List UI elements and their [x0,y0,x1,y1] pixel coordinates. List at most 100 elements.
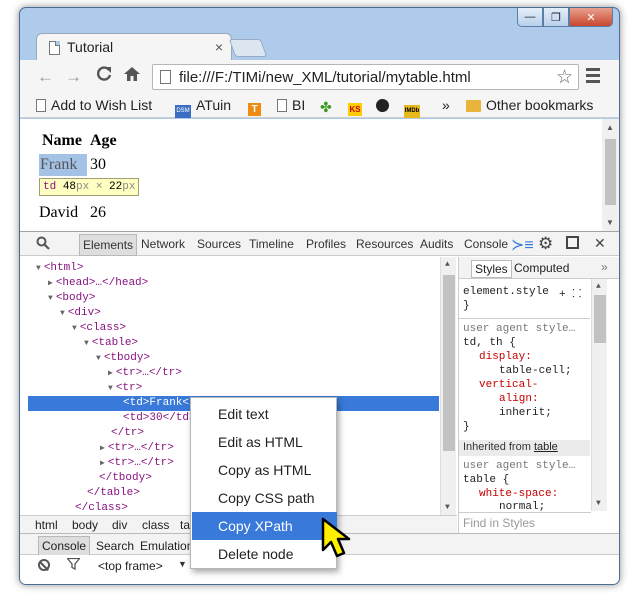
bookmark-star-icon[interactable]: ☆ [556,66,573,89]
tab-profiles[interactable]: Profiles [306,237,346,251]
frame-select[interactable]: <top frame> [98,559,163,573]
crumb-table[interactable]: ta [180,518,190,532]
close-icon[interactable]: ✕ [594,235,606,252]
back-button[interactable]: ← [37,67,54,87]
tab-sources[interactable]: Sources [197,237,241,251]
bookmark-ks[interactable]: KS [348,97,367,116]
inspect-search-icon[interactable] [36,236,50,253]
css-value: table-cell; [499,365,572,377]
dom-node[interactable]: ▶ <tr>…</tr> [108,366,182,381]
dom-node[interactable]: ▼ <body> [48,291,95,306]
dom-node[interactable]: ▼ <tr> [108,381,142,396]
bookmark-puzzle[interactable]: ✤ [320,97,340,115]
crumb-div[interactable]: div [112,518,127,532]
scroll-thumb[interactable] [605,139,616,205]
reload-button[interactable] [95,65,113,88]
tab-network[interactable]: Network [141,237,185,251]
crumb-body[interactable]: body [72,518,98,532]
new-tab-button[interactable] [228,39,268,57]
scroll-down-arrow-icon[interactable]: ▼ [596,499,601,508]
scroll-up-arrow-icon[interactable]: ▲ [445,260,450,269]
dom-node[interactable]: </class> [75,501,128,515]
tab-console[interactable]: Console [464,237,508,251]
clear-console-icon[interactable] [38,559,50,571]
tab-styles[interactable]: Styles [471,260,512,278]
tooltip-unit: px [76,181,90,193]
dom-node[interactable]: ▶ <tr>…</tr> [100,441,174,456]
inherited-link[interactable]: table [534,441,558,453]
menu-item-edit-as-html[interactable]: Edit as HTML [192,428,337,456]
tab-tutorial[interactable]: Tutorial × [36,33,232,61]
bookmarks-bar: Add to Wish List DSM ATuin T BI ✤ KS IMDb… [20,94,619,118]
rule-selector: td, th { [463,337,516,349]
dom-node[interactable]: ▼ <tbody> [96,351,150,366]
dom-node-text: <table> [91,337,139,349]
bookmark-other-bookmarks[interactable]: Other bookmarks [466,97,593,113]
dock-icon[interactable] [566,236,579,249]
dom-node[interactable]: ▼ <table> [84,336,138,351]
tab-audits[interactable]: Audits [420,237,453,251]
show-drawer-icon[interactable]: ≻≡ [511,235,534,255]
add-style-rule-icon[interactable]: + ⸬ [559,286,581,301]
bookmark-add-to-wish-list[interactable]: Add to Wish List [36,97,152,113]
home-icon [124,67,140,81]
drawer-tab-console[interactable]: Console [38,536,91,556]
scroll-down-arrow-icon[interactable]: ▼ [445,503,450,512]
dom-node[interactable]: ▶ <tr>…</tr> [100,456,174,471]
minimize-button[interactable]: — [517,8,543,27]
crumb-html[interactable]: html [35,518,58,532]
tab-timeline[interactable]: Timeline [249,237,294,251]
page-scrollbar[interactable]: ▲ ▼ [602,119,619,231]
bookmark-steam[interactable] [376,97,394,113]
dom-node[interactable]: </tbody> [99,471,152,486]
css-property: vertical- [479,379,539,391]
menu-item-copy-as-html[interactable]: Copy as HTML [192,456,337,484]
drawer-tab-search[interactable]: Search [96,539,134,553]
scroll-thumb[interactable] [594,295,606,343]
drawer-tab-emulation[interactable]: Emulation [140,539,193,553]
gear-icon[interactable]: ⚙ [538,234,553,254]
chrome-menu-icon[interactable] [586,68,600,86]
tab-elements[interactable]: Elements [79,234,138,256]
dom-node[interactable]: </table> [87,486,140,501]
tab-close-icon[interactable]: × [215,39,223,55]
dom-node[interactable]: ▶ <head>…</head> [48,276,148,291]
dom-node-text: <body> [55,292,96,304]
bookmark-atuin[interactable]: DSM ATuin [175,97,231,118]
dom-node[interactable]: ▼ <div> [60,306,101,321]
scroll-up-arrow-icon[interactable]: ▲ [606,123,614,132]
window-controls: — ❐ ✕ [517,8,613,27]
bookmark-t[interactable]: T [248,97,266,116]
filter-icon[interactable] [66,557,81,573]
element-style-selector[interactable]: element.style [463,286,549,298]
menu-item-delete-node[interactable]: Delete node [192,540,337,568]
url-text[interactable]: file:///F:/TIMi/new_XML/tutorial/mytable… [179,69,471,86]
bookmark-imdb[interactable]: IMDb [404,97,425,118]
dom-tree-scrollbar[interactable]: ▲ ▼ [440,257,456,515]
scroll-up-arrow-icon[interactable]: ▲ [596,282,601,291]
menu-item-copy-xpath[interactable]: Copy XPath [192,512,337,540]
styles-scrollbar[interactable]: ▲ ▼ [591,279,607,511]
styles-more-button[interactable]: » [601,260,608,274]
forward-button[interactable]: → [65,67,82,87]
bookmark-bi[interactable]: BI [277,97,305,113]
dom-node[interactable]: </tr> [111,426,144,441]
find-in-styles-input[interactable]: Find in Styles [459,512,591,532]
home-button[interactable] [123,65,141,88]
dom-node[interactable]: ▼ <html> [36,261,83,276]
tab-resources[interactable]: Resources [356,237,413,251]
crumb-class[interactable]: class [142,518,169,532]
maximize-button[interactable]: ❐ [543,8,569,27]
close-window-button[interactable]: ✕ [569,8,613,27]
tab-computed[interactable]: Computed [514,261,569,275]
menu-item-edit-text[interactable]: Edit text [192,400,337,428]
ks-icon: KS [348,103,362,116]
menu-item-copy-css-path[interactable]: Copy CSS path [192,484,337,512]
scroll-down-arrow-icon[interactable]: ▼ [606,218,614,227]
dom-node[interactable]: <td>30</td> [123,411,196,426]
address-bar[interactable]: file:///F:/TIMi/new_XML/tutorial/mytable… [152,64,579,90]
chevron-down-icon[interactable]: ▼ [178,559,187,569]
scroll-thumb[interactable] [443,275,455,451]
bookmarks-overflow-button[interactable]: » [442,97,450,113]
dom-node[interactable]: ▼ <class> [72,321,126,336]
